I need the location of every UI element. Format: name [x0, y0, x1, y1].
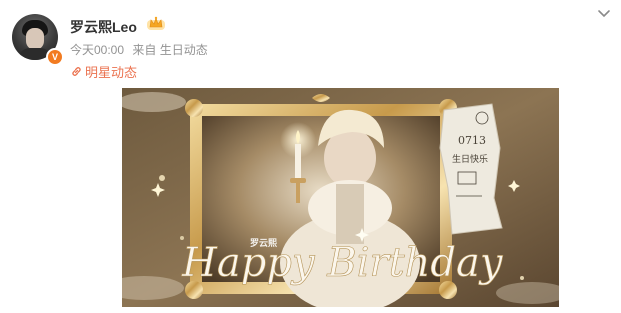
post-meta: 今天00:00 来自 生日动态: [70, 41, 208, 58]
note-text: 0713: [458, 134, 486, 147]
author-avatar-container[interactable]: V: [12, 14, 64, 66]
post-image[interactable]: 0713 生日快乐 罗云熙 Happy Birthday: [122, 88, 559, 307]
verified-v-icon: V: [46, 48, 64, 66]
author-name[interactable]: 罗云熙Leo: [70, 17, 137, 37]
link-icon: [72, 67, 81, 76]
happy-birthday-text: Happy Birthday: [181, 240, 504, 286]
post-time[interactable]: 今天00:00: [70, 43, 124, 57]
note-text-2: 生日快乐: [452, 153, 488, 165]
source-prefix: 来自: [132, 43, 157, 57]
member-crown-icon[interactable]: [146, 15, 166, 31]
weibo-post-card: V 罗云熙Leo 今天00:00 来自 生日动态 明星动态 0713 生日快乐 …: [0, 0, 621, 313]
chevron-down-icon[interactable]: [596, 8, 612, 20]
topic-label: 明星动态: [85, 65, 138, 80]
post-source[interactable]: 生日动态: [160, 43, 208, 57]
birthday-poster-image: 0713 生日快乐 罗云熙 Happy Birthday: [122, 88, 559, 307]
topic-link[interactable]: 明星动态: [70, 62, 137, 81]
